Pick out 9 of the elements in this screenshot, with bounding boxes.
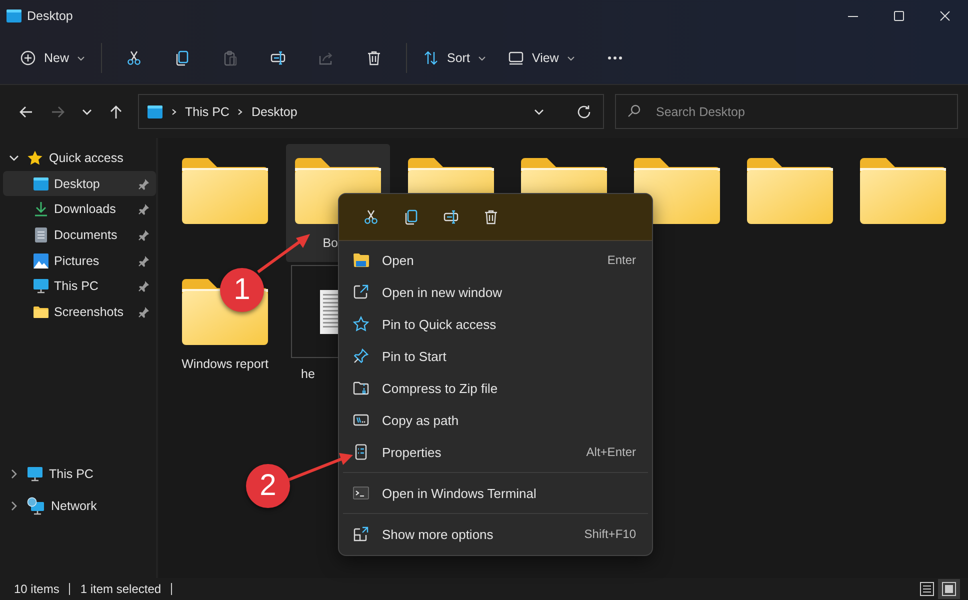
shortcut-hint: Shift+F10	[584, 527, 636, 541]
file-name: Windows report	[182, 357, 268, 371]
shortcut-hint: Enter	[607, 253, 636, 267]
file-name: Bo	[322, 236, 338, 250]
file-name: he	[301, 367, 315, 381]
status-text: 1 item selected	[80, 583, 172, 595]
shortcut-hint: Alt+Enter	[586, 445, 636, 459]
window-title: Desktop	[27, 9, 73, 23]
status-text: 10 items	[14, 583, 70, 595]
